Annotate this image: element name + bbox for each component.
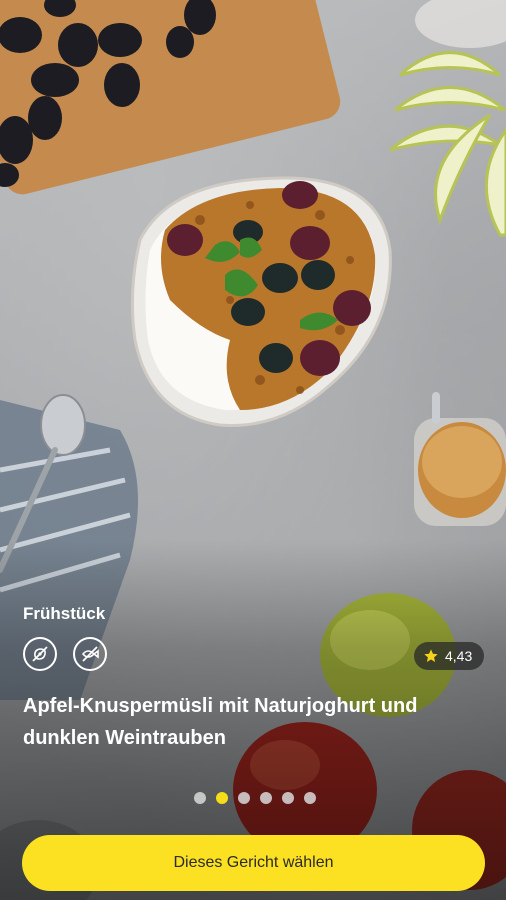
- rating-value: 4,43: [445, 648, 473, 664]
- carousel-dot[interactable]: [260, 792, 272, 804]
- carousel-dot[interactable]: [194, 792, 206, 804]
- muesli-bowl: [130, 176, 392, 427]
- cutting-board: [0, 0, 341, 195]
- recipe-title: Apfel-Knuspermüsli mit Naturjoghurt und …: [23, 695, 418, 749]
- carousel-dot[interactable]: [238, 792, 250, 804]
- carousel-dot[interactable]: [282, 792, 294, 804]
- recipe-category: Frühstück: [23, 604, 106, 623]
- no-fish-icon: [73, 637, 107, 671]
- star-icon: [424, 649, 438, 662]
- carousel-dot[interactable]: [304, 792, 316, 804]
- diet-icons: [23, 637, 107, 671]
- apple-slices: [389, 0, 506, 237]
- espresso-glass: [414, 392, 506, 526]
- no-meat-icon: [23, 637, 57, 671]
- select-dish-button[interactable]: Dieses Gericht wählen: [22, 835, 485, 891]
- carousel-dot-active[interactable]: [216, 792, 228, 804]
- recipe-screen: Frühstück 4,43 Apfel-Knuspermüsli mit Na…: [0, 0, 506, 900]
- rating-badge: 4,43: [414, 642, 485, 670]
- carousel-indicator: [194, 792, 316, 804]
